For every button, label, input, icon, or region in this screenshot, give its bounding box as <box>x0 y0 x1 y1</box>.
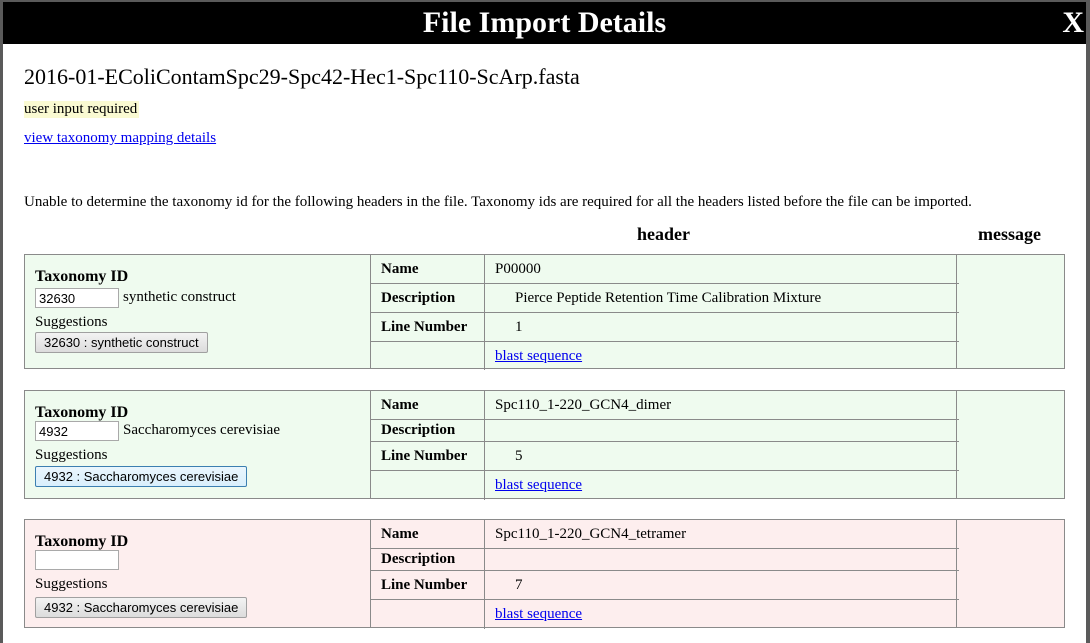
file-import-dialog: File Import Details X 2016-01-EColiConta… <box>3 2 1086 643</box>
taxonomy-id-input[interactable] <box>35 421 119 441</box>
description-value: Pierce Peptide Retention Time Calibratio… <box>515 290 822 306</box>
header-info: Name P00000 Description Pierce Peptide R… <box>371 255 959 370</box>
taxonomy-name: synthetic construct <box>123 289 236 305</box>
suggestions-label: Suggestions <box>35 576 108 592</box>
dialog-titlebar: File Import Details X <box>3 2 1086 44</box>
message-cell <box>956 520 1064 627</box>
suggestion-button[interactable]: 32630 : synthetic construct <box>35 332 208 353</box>
name-label: Name <box>371 255 485 283</box>
close-button[interactable]: X <box>1062 6 1084 40</box>
description-row: Description <box>371 549 959 571</box>
line-number-label: Line Number <box>371 313 485 341</box>
taxonomy-id-label: Taxonomy ID <box>35 268 129 285</box>
blast-sequence-link[interactable]: blast sequence <box>495 348 582 365</box>
name-label: Name <box>371 520 485 548</box>
line-number-label: Line Number <box>371 571 485 599</box>
suggestion-button[interactable]: 4932 : Saccharomyces cerevisiae <box>35 466 248 487</box>
suggestions-label: Suggestions <box>35 447 108 463</box>
header-entry: Taxonomy ID Suggestions 4932 : Saccharom… <box>24 519 1065 629</box>
description-row: Description Pierce Peptide Retention Tim… <box>371 284 959 313</box>
taxonomy-cell: Taxonomy ID Saccharomyces cerevisiae Sug… <box>25 391 371 498</box>
taxonomy-cell: Taxonomy ID Suggestions 4932 : Saccharom… <box>25 520 371 627</box>
taxonomy-id-label: Taxonomy ID <box>35 404 129 421</box>
line-number-row: Line Number 5 <box>371 442 959 471</box>
line-number-value: 7 <box>515 577 523 593</box>
description-row: Description <box>371 420 959 442</box>
name-row: Name Spc110_1-220_GCN4_dimer <box>371 391 959 420</box>
line-number-row: Line Number 1 <box>371 313 959 342</box>
blast-label-cell <box>371 600 485 629</box>
dialog-title: File Import Details <box>422 6 667 39</box>
suggestion-button[interactable]: 4932 : Saccharomyces cerevisiae <box>35 597 248 618</box>
header-entry: Taxonomy ID synthetic construct Suggesti… <box>24 254 1065 370</box>
name-label: Name <box>371 391 485 419</box>
suggestions-label: Suggestions <box>35 314 108 330</box>
line-number-value: 1 <box>515 319 523 335</box>
column-header-message: message <box>978 224 1041 244</box>
header-info: Name Spc110_1-220_GCN4_dimer Description… <box>371 391 959 500</box>
line-number-label: Line Number <box>371 442 485 470</box>
description-label: Description <box>371 549 485 570</box>
line-number-value: 5 <box>515 448 523 464</box>
taxonomy-id-label: Taxonomy ID <box>35 533 129 550</box>
name-row: Name P00000 <box>371 255 959 284</box>
blast-label-cell <box>371 471 485 500</box>
blast-row: blast sequence <box>371 471 959 500</box>
blast-sequence-link[interactable]: blast sequence <box>495 606 582 623</box>
name-value: Spc110_1-220_GCN4_dimer <box>495 397 672 413</box>
blast-row: blast sequence <box>371 342 959 370</box>
name-value: P00000 <box>495 261 541 277</box>
status-badge: user input required <box>24 101 140 118</box>
blast-sequence-link[interactable]: blast sequence <box>495 477 582 494</box>
taxonomy-id-input[interactable] <box>35 288 119 308</box>
taxonomy-id-input[interactable] <box>35 550 119 570</box>
blast-label-cell <box>371 342 485 370</box>
column-header-header: header <box>637 224 690 244</box>
message-cell <box>956 255 1064 368</box>
name-value: Spc110_1-220_GCN4_tetramer <box>495 526 687 542</box>
line-number-row: Line Number 7 <box>371 571 959 600</box>
view-taxonomy-mapping-link[interactable]: view taxonomy mapping details <box>24 130 216 147</box>
intro-text: Unable to determine the taxonomy id for … <box>24 194 972 210</box>
header-entry: Taxonomy ID Saccharomyces cerevisiae Sug… <box>24 390 1065 500</box>
message-cell <box>956 391 1064 498</box>
file-name: 2016-01-EColiContamSpc29-Spc42-Hec1-Spc1… <box>24 64 580 89</box>
blast-row: blast sequence <box>371 600 959 629</box>
header-info: Name Spc110_1-220_GCN4_tetramer Descript… <box>371 520 959 629</box>
description-label: Description <box>371 420 485 441</box>
taxonomy-name: Saccharomyces cerevisiae <box>123 422 280 438</box>
taxonomy-cell: Taxonomy ID synthetic construct Suggesti… <box>25 255 371 368</box>
description-label: Description <box>371 284 485 312</box>
name-row: Name Spc110_1-220_GCN4_tetramer <box>371 520 959 549</box>
